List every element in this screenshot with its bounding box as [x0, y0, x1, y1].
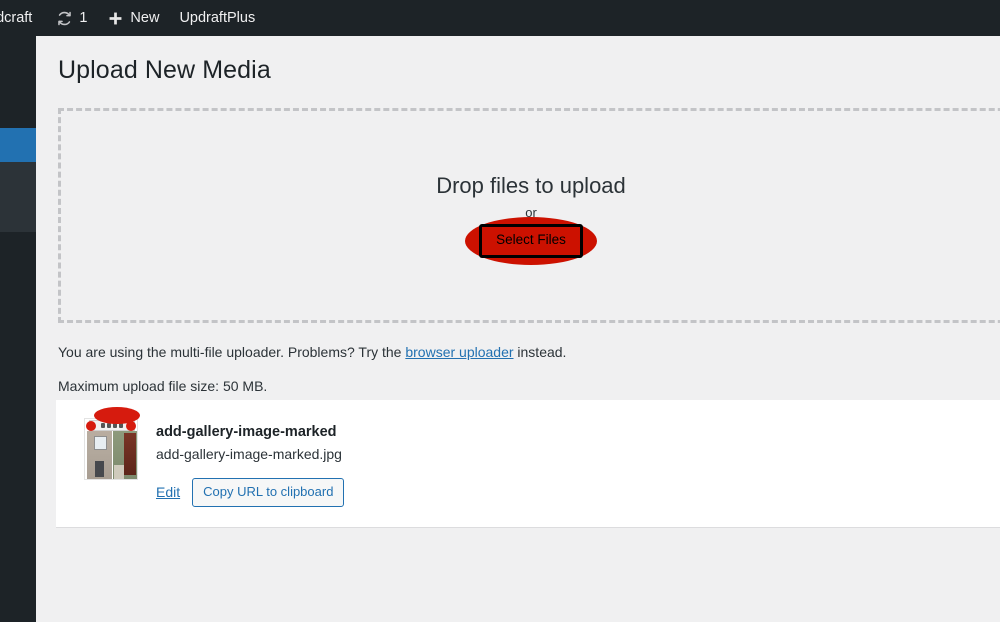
adminbar-updraftplus-label: UpdraftPlus — [179, 10, 256, 26]
adminbar-updates-count: 1 — [79, 10, 88, 26]
copy-url-to-clipboard-button[interactable]: Copy URL to clipboard — [192, 478, 345, 507]
multifile-note-suffix: instead. — [513, 344, 567, 360]
thumbnail-toolbar-icon — [107, 423, 111, 428]
max-upload-size-note: Maximum upload file size: 50 MB. — [58, 378, 268, 394]
main-content-area: Upload New Media Drop files to upload or… — [36, 36, 1000, 622]
sidebar-item-submenu-file[interactable]: le — [0, 162, 36, 232]
update-icon — [56, 10, 73, 27]
media-item-filename: add-gallery-image-marked.jpg — [156, 446, 342, 462]
wordpress-admin-screen: odcraft 1 New Updra — [0, 0, 1000, 622]
select-files-button[interactable]: Select Files — [479, 224, 583, 258]
media-item-title: add-gallery-image-marked — [156, 424, 337, 440]
admin-bar: odcraft 1 New Updra — [0, 0, 1000, 36]
adminbar-new-content[interactable]: New — [97, 0, 169, 36]
file-dropzone[interactable]: Drop files to upload or Select Files — [58, 108, 1000, 323]
multifile-note-prefix: You are using the multi-file uploader. P… — [58, 344, 406, 360]
uploaded-media-item: add-gallery-image-marked add-gallery-ima… — [56, 400, 1000, 528]
media-thumbnail[interactable] — [84, 418, 138, 480]
red-ellipse-annotation-media-item — [94, 407, 140, 424]
adminbar-updraftplus[interactable]: UpdraftPlus — [169, 0, 265, 36]
sidebar-item-collapse[interactable]: o — [0, 536, 36, 564]
dropzone-title: Drop files to upload — [436, 173, 626, 199]
adminbar-updates[interactable]: 1 — [46, 0, 97, 36]
adminbar-site-name-label: odcraft — [0, 10, 33, 26]
thumbnail-photo-door — [113, 431, 137, 479]
thumbnail-photos — [87, 431, 137, 479]
thumbnail-photo-house — [87, 431, 112, 479]
multifile-uploader-note: You are using the multi-file uploader. P… — [58, 342, 566, 363]
media-edit-link[interactable]: Edit — [156, 484, 180, 500]
browser-uploader-link[interactable]: browser uploader — [405, 344, 513, 360]
thumbnail-toolbar-icon — [101, 423, 105, 428]
thumbnail-red-circle-annotation — [86, 421, 96, 431]
sidebar-item-media[interactable] — [0, 128, 36, 162]
media-item-actions: Edit Copy URL to clipboard — [156, 478, 345, 507]
plus-icon — [107, 10, 124, 27]
adminbar-site-name[interactable]: odcraft — [0, 0, 46, 36]
adminbar-new-label: New — [130, 10, 160, 26]
page-title: Upload New Media — [58, 56, 271, 84]
select-files-wrapper: Select Files — [465, 217, 597, 265]
admin-sidebar-menu: le o — [0, 36, 36, 622]
dropzone-inner: Drop files to upload or Select Files — [61, 111, 1000, 320]
